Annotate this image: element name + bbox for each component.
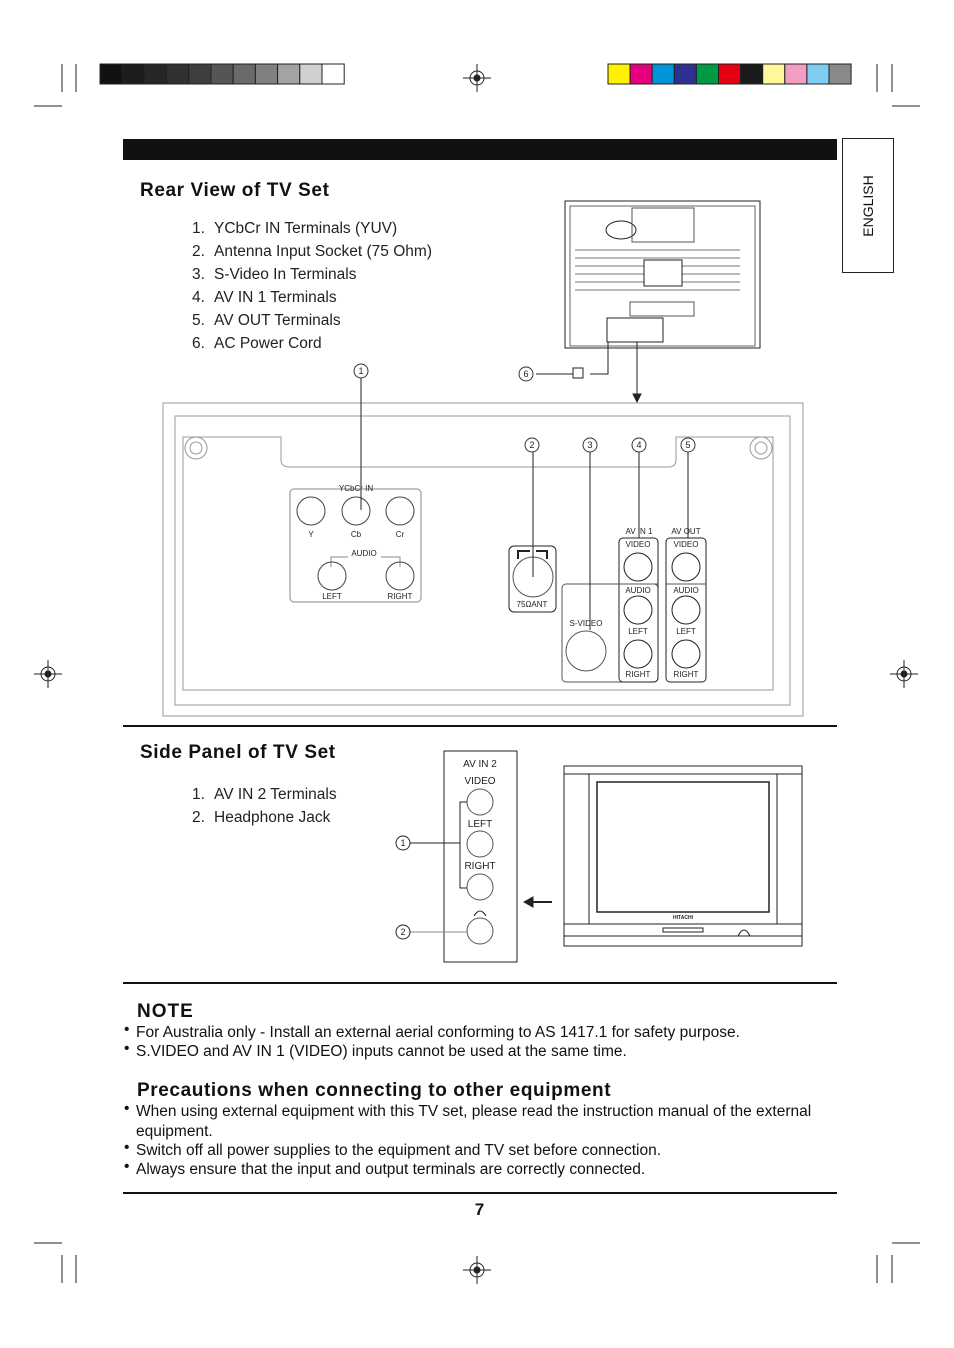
callout-6: 6	[523, 369, 528, 379]
callout-2: 2	[529, 440, 534, 450]
svg-text:LEFT: LEFT	[676, 627, 696, 636]
ycbcr-in-label: YCbCr IN	[339, 484, 373, 493]
callout-3: 3	[587, 440, 592, 450]
tv-rear-illustration	[536, 200, 761, 404]
svg-text:AUDIO: AUDIO	[625, 586, 650, 595]
svg-text:RIGHT: RIGHT	[464, 861, 495, 872]
svg-text:RIGHT: RIGHT	[626, 670, 651, 679]
svg-text:AUDIO: AUDIO	[673, 586, 698, 595]
precaution-bullet: • When using external equipment with this…	[124, 1100, 812, 1140]
av-in2-label: AV IN 2	[463, 759, 497, 770]
svg-text:Cb: Cb	[351, 530, 362, 539]
svg-text:LEFT: LEFT	[628, 627, 648, 636]
divider	[123, 725, 837, 727]
rear-diagram: 1 2 3 4 5 6 YCbCr IN Y Cb Cr AUDIO LEFT …	[162, 200, 804, 717]
note-bullet: • S.VIDEO and AV IN 1 (VIDEO) inputs cann…	[124, 1040, 627, 1060]
callout-4: 4	[636, 440, 641, 450]
divider	[123, 982, 837, 984]
svg-text:RIGHT: RIGHT	[674, 670, 699, 679]
side-diagram: AV IN 2 VIDEO LEFT RIGHT 1 2 HITACHI	[395, 750, 803, 963]
svg-text:AUDIO: AUDIO	[351, 549, 376, 558]
headphone-icon	[473, 910, 487, 917]
precaution-bullet: • Switch off all power supplies to the eq…	[124, 1139, 662, 1159]
page-number: 7	[474, 1200, 485, 1219]
precaution-bullet: • Always ensure that the input and output…	[124, 1158, 646, 1178]
callout-1: 1	[400, 838, 405, 848]
svg-text:LEFT: LEFT	[468, 819, 492, 830]
svg-text:Y: Y	[308, 530, 314, 539]
av-in1-label: AV IN 1	[626, 527, 654, 536]
note-title: NOTE	[137, 1001, 194, 1022]
svg-text:VIDEO: VIDEO	[674, 540, 699, 549]
svg-text:LEFT: LEFT	[322, 592, 342, 601]
divider	[123, 1192, 837, 1194]
precautions-title: Precautions when connecting to other equ…	[137, 1080, 612, 1101]
svg-text:VIDEO: VIDEO	[626, 540, 651, 549]
callout-1: 1	[358, 366, 363, 376]
note-bullet: • For Australia only - Install an externa…	[124, 1021, 740, 1041]
av-out-label: AV OUT	[671, 527, 700, 536]
antenna-label: 75ΩANT	[517, 600, 548, 609]
svg-text:RIGHT: RIGHT	[388, 592, 413, 601]
callout-2: 2	[400, 927, 405, 937]
svg-text:VIDEO: VIDEO	[464, 776, 495, 787]
brand-logo: HITACHI	[673, 915, 694, 921]
svideo-label: S-VIDEO	[570, 619, 603, 628]
callout-5: 5	[685, 440, 690, 450]
svg-text:Cr: Cr	[396, 530, 405, 539]
